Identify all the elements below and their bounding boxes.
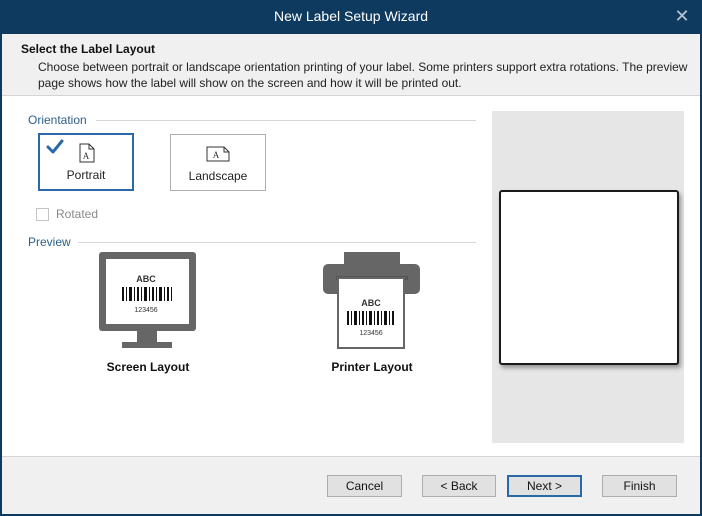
page-description: Choose between portrait or landscape ori… (38, 60, 688, 90)
landscape-icon-letter: A (213, 150, 220, 160)
printer-layout-caption: Printer Layout (331, 360, 413, 374)
finish-button[interactable]: Finish (602, 475, 677, 497)
screen-barcode (122, 287, 172, 301)
printer-sample-number: 123456 (359, 330, 382, 337)
screen-sample-number: 123456 (134, 307, 157, 314)
printer-barcode (347, 311, 394, 325)
printer-icon: ABC 123456 (323, 252, 420, 349)
portrait-icon-letter: A (83, 151, 90, 161)
next-button[interactable]: Next > (507, 475, 582, 497)
checkmark-icon (46, 139, 64, 154)
rotated-label: Rotated (56, 207, 99, 221)
portrait-page-icon: A (79, 143, 95, 163)
wizard-footer: Cancel < Back Next > Finish (2, 456, 700, 514)
printer-sample-text: ABC (361, 298, 381, 308)
wizard-header: Select the Label Layout Choose between p… (2, 34, 700, 96)
screen-sample-text: ABC (136, 274, 156, 284)
label-preview-panel (492, 111, 684, 443)
title-bar: New Label Setup Wizard ✕ (0, 0, 702, 34)
screen-layout-caption: Screen Layout (106, 360, 190, 374)
wizard-window: New Label Setup Wizard ✕ Select the Labe… (0, 0, 702, 516)
orientation-section-label: Orientation (28, 113, 87, 127)
portrait-label: Portrait (66, 168, 106, 182)
close-icon[interactable]: ✕ (672, 5, 692, 27)
preview-divider (78, 242, 476, 243)
window-title: New Label Setup Wizard (273, 8, 429, 24)
page-title: Select the Label Layout (21, 42, 156, 56)
landscape-page-icon: A (206, 146, 230, 162)
landscape-option-button[interactable]: A Landscape (170, 134, 266, 191)
monitor-icon: ABC 123456 (99, 252, 196, 348)
orientation-divider (96, 120, 476, 121)
label-preview-page (499, 190, 679, 365)
wizard-client-area: Select the Label Layout Choose between p… (2, 34, 700, 514)
back-button[interactable]: < Back (422, 475, 496, 497)
preview-section-label: Preview (28, 235, 71, 249)
landscape-label: Landscape (188, 169, 248, 183)
rotated-checkbox[interactable] (36, 208, 49, 221)
portrait-option-button[interactable]: A Portrait (38, 133, 134, 191)
cancel-button[interactable]: Cancel (327, 475, 402, 497)
